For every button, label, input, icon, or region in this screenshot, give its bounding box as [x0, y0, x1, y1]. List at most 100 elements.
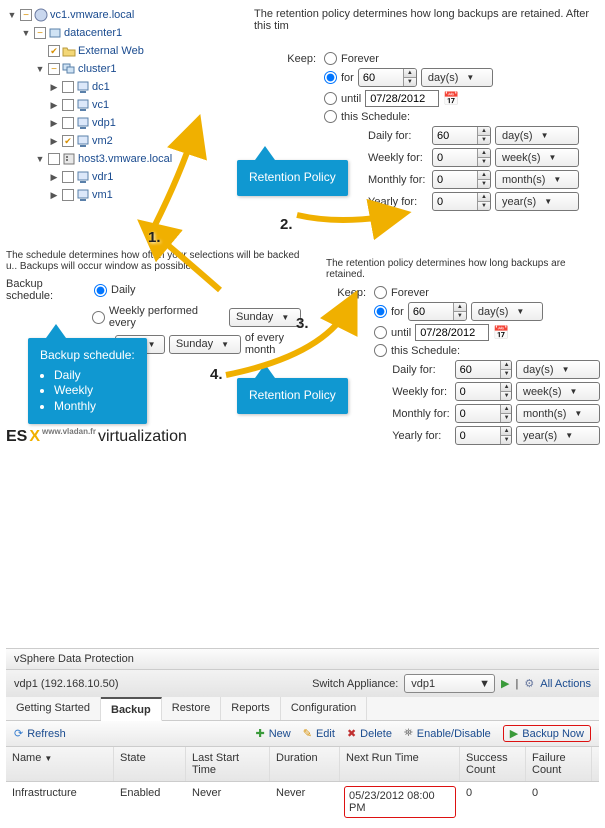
weekly-spinner[interactable]: ▲▼	[432, 148, 491, 167]
twisty-icon[interactable]: ▶	[48, 190, 60, 201]
cell-failure: 0	[526, 782, 592, 822]
new-button[interactable]: ✚New	[256, 727, 291, 740]
twisty-icon[interactable]: ▶	[48, 100, 60, 111]
tab-backup[interactable]: Backup	[101, 697, 162, 721]
balloon-schedule: Backup schedule: Daily Weekly Monthly	[28, 338, 147, 424]
yearly-for-label: Yearly for:	[368, 196, 428, 208]
checkbox[interactable]	[48, 153, 60, 165]
tab-reports[interactable]: Reports	[221, 697, 281, 720]
col-last-start[interactable]: Last Start Time	[186, 747, 270, 781]
keep-radio-forever[interactable]	[324, 52, 337, 65]
keep-radio-for[interactable]	[374, 305, 387, 318]
switch-appliance-label: Switch Appliance:	[312, 678, 398, 690]
for-unit-select[interactable]: day(s)▼	[471, 302, 543, 321]
twisty-icon[interactable]: ▼	[34, 154, 46, 164]
keep-radio-for[interactable]	[324, 71, 337, 84]
weekly-unit-select[interactable]: week(s)▼	[495, 148, 579, 167]
twisty-icon[interactable]: ▼	[20, 28, 32, 38]
monthly-unit-select[interactable]: month(s)▼	[495, 170, 579, 189]
daily-unit-select[interactable]: day(s)▼	[495, 126, 579, 145]
weekly-value-input[interactable]	[433, 149, 477, 166]
col-state[interactable]: State	[114, 747, 186, 781]
for-value-input[interactable]	[359, 69, 403, 86]
sched-monthly-day-select[interactable]: Sunday▼	[169, 335, 241, 354]
tree-label: vc1	[92, 99, 109, 111]
keep-until-label: until	[341, 93, 361, 105]
yearly-spinner[interactable]: ▲▼	[432, 192, 491, 211]
twisty-icon[interactable]: ▼	[6, 10, 18, 20]
backup-now-button[interactable]: ▶ Backup Now	[503, 725, 591, 742]
twisty-icon[interactable]: ▶	[48, 136, 60, 147]
enable-disable-button[interactable]: ⛯Enable/Disable	[404, 727, 491, 740]
col-next-run[interactable]: Next Run Time	[340, 747, 460, 781]
all-actions-button[interactable]: All Actions	[540, 678, 591, 690]
twisty-icon[interactable]: ▼	[34, 64, 46, 74]
for-spinner[interactable]: ▲▼	[408, 302, 467, 321]
until-date-input[interactable]	[365, 90, 439, 107]
keep-radio-until[interactable]	[324, 92, 337, 105]
daily-value-input[interactable]	[433, 127, 477, 144]
sched-radio-weekly[interactable]	[92, 311, 105, 324]
checkbox[interactable]	[62, 171, 74, 183]
host-icon	[62, 152, 76, 166]
grid-row[interactable]: Infrastructure Enabled Never Never 05/23…	[6, 782, 599, 822]
col-name[interactable]: Name ▼	[6, 747, 114, 781]
checkbox[interactable]	[48, 63, 60, 75]
tab-configuration[interactable]: Configuration	[281, 697, 367, 720]
chevron-down-icon: ▼	[549, 153, 557, 162]
yearly-value-input[interactable]	[433, 193, 477, 210]
keep-label: Keep:	[254, 53, 320, 65]
tab-restore[interactable]: Restore	[162, 697, 222, 720]
cell-state: Enabled	[114, 782, 186, 822]
checkbox[interactable]	[62, 117, 74, 129]
refresh-button[interactable]: ⟳ Refresh	[14, 727, 66, 740]
delete-button[interactable]: ✖Delete	[347, 727, 392, 740]
play-icon[interactable]: ▶	[501, 677, 509, 690]
checkbox[interactable]	[62, 81, 74, 93]
twisty-icon[interactable]: ▶	[48, 172, 60, 183]
checkbox[interactable]	[62, 135, 74, 147]
keep-radio-forever[interactable]	[374, 286, 387, 299]
daily-spinner[interactable]: ▲▼	[432, 126, 491, 145]
tree-label: cluster1	[78, 63, 117, 75]
tab-getting-started[interactable]: Getting Started	[6, 697, 101, 720]
spin-down-icon[interactable]: ▼	[403, 78, 416, 87]
for-spinner[interactable]: ▲▼	[358, 68, 417, 87]
calendar-icon[interactable]: 📅	[443, 91, 459, 107]
col-success[interactable]: Success Count	[460, 747, 526, 781]
sched-radio-daily[interactable]	[94, 284, 107, 297]
monthly-value-input[interactable]	[433, 171, 477, 188]
calendar-icon[interactable]: 📅	[493, 325, 509, 341]
keep-radio-until[interactable]	[374, 326, 387, 339]
gear-icon[interactable]: ⚙	[524, 677, 534, 690]
vm-icon	[76, 80, 90, 94]
spin-up-icon[interactable]: ▲	[403, 69, 416, 78]
checkbox[interactable]	[62, 189, 74, 201]
until-date-input[interactable]	[415, 324, 489, 341]
checkbox[interactable]	[34, 27, 46, 39]
checkbox[interactable]	[62, 99, 74, 111]
annotation-4: 4.	[210, 366, 223, 383]
sched-weekly-label: Weekly performed every	[109, 305, 225, 329]
vdp-toolbar: ⟳ Refresh ✚New ✎Edit ✖Delete ⛯Enable/Dis…	[6, 721, 599, 747]
keep-radio-schedule[interactable]	[374, 344, 387, 357]
chevron-down-icon: ▼	[574, 409, 582, 418]
daily-for-label: Daily for:	[368, 130, 428, 142]
switch-appliance-select[interactable]: vdp1▼	[404, 674, 495, 693]
checkbox[interactable]	[20, 9, 32, 21]
twisty-icon[interactable]: ▶	[48, 82, 60, 93]
for-unit-select[interactable]: day(s)▼	[421, 68, 493, 87]
annotation-2: 2.	[280, 216, 293, 233]
col-failure[interactable]: Failure Count	[526, 747, 592, 781]
keep-radio-schedule[interactable]	[324, 110, 337, 123]
col-duration[interactable]: Duration	[270, 747, 340, 781]
twisty-icon[interactable]: ▶	[48, 118, 60, 129]
pencil-icon: ✎	[303, 727, 312, 740]
edit-button[interactable]: ✎Edit	[303, 727, 335, 740]
tree-label: host3.vmware.local	[78, 153, 172, 165]
checkbox[interactable]	[48, 45, 60, 57]
yearly-unit-select[interactable]: year(s)▼	[495, 192, 579, 211]
chevron-down-icon: ▼	[479, 678, 490, 690]
sched-weekly-day-select[interactable]: Sunday▼	[229, 308, 301, 327]
monthly-spinner[interactable]: ▲▼	[432, 170, 491, 189]
